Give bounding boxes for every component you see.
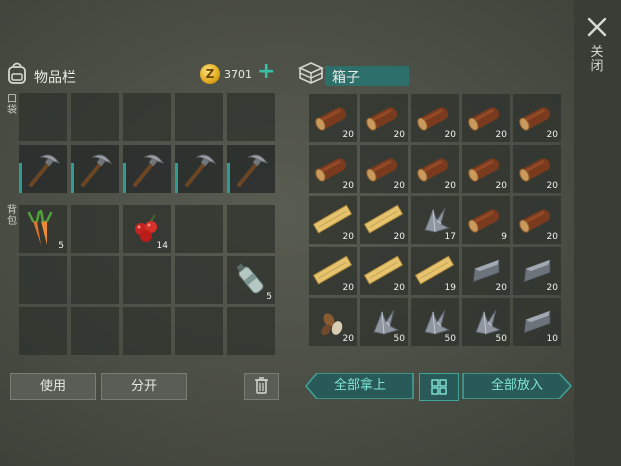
backpack-slot[interactable] bbox=[71, 307, 119, 355]
box-slot[interactable]: 50 bbox=[360, 298, 408, 346]
backpack-slot[interactable] bbox=[175, 307, 223, 355]
backpack-label: 背包 bbox=[7, 205, 17, 227]
inventory-title: 物品栏 bbox=[34, 70, 76, 86]
box-slot[interactable]: 20 bbox=[309, 298, 357, 346]
box-slot[interactable]: 20 bbox=[513, 94, 561, 142]
split-button[interactable]: 分开 bbox=[101, 373, 187, 400]
box-slot[interactable]: 20 bbox=[309, 247, 357, 295]
item-quantity: 20 bbox=[444, 130, 456, 140]
backpack-slot[interactable]: 14 bbox=[123, 205, 171, 253]
sort-grid-button[interactable] bbox=[419, 373, 459, 401]
box-slot[interactable]: 19 bbox=[411, 247, 459, 295]
item-quantity: 17 bbox=[444, 232, 456, 242]
box-slot[interactable]: 20 bbox=[360, 94, 408, 142]
pocket-slot[interactable] bbox=[19, 145, 67, 193]
pocket-slot[interactable] bbox=[227, 145, 275, 193]
backpack-slot[interactable] bbox=[175, 205, 223, 253]
backpack-slot[interactable] bbox=[123, 256, 171, 304]
take-all-button[interactable]: 全部拿上 bbox=[305, 373, 415, 399]
item-quantity: 14 bbox=[156, 241, 168, 251]
item-quantity: 20 bbox=[342, 283, 354, 293]
item-quantity: 20 bbox=[495, 130, 507, 140]
box-slot[interactable]: 20 bbox=[411, 94, 459, 142]
item-quantity: 5 bbox=[266, 292, 272, 302]
grid-icon bbox=[431, 379, 447, 395]
trash-icon bbox=[255, 377, 268, 394]
box-slot[interactable]: 20 bbox=[309, 196, 357, 244]
backpack-slot[interactable]: 5 bbox=[227, 256, 275, 304]
close-label[interactable]: 关闭 bbox=[589, 46, 605, 74]
item-quantity: 20 bbox=[393, 181, 405, 191]
box-slot[interactable]: 20 bbox=[462, 94, 510, 142]
backpack-slot[interactable] bbox=[19, 307, 67, 355]
coin-icon: Z bbox=[200, 64, 220, 84]
pocket-slot[interactable] bbox=[175, 93, 223, 141]
backpack-slot[interactable] bbox=[227, 205, 275, 253]
backpack-icon bbox=[8, 62, 26, 84]
pocket-slot[interactable] bbox=[175, 145, 223, 193]
backpack-slot[interactable] bbox=[19, 256, 67, 304]
item-quantity: 9 bbox=[501, 232, 507, 242]
box-icon bbox=[298, 62, 324, 84]
take-all-label: 全部拿上 bbox=[333, 378, 386, 393]
box-slot[interactable]: 20 bbox=[513, 196, 561, 244]
pocket-slot[interactable] bbox=[123, 145, 171, 193]
box-slot[interactable]: 50 bbox=[462, 298, 510, 346]
backpack-slot[interactable]: 5 bbox=[19, 205, 67, 253]
box-slot[interactable]: 20 bbox=[462, 145, 510, 193]
put-all-label: 全部放入 bbox=[490, 378, 543, 393]
box-slot[interactable]: 20 bbox=[411, 145, 459, 193]
item-quantity: 50 bbox=[444, 334, 456, 344]
item-quantity: 20 bbox=[495, 283, 507, 293]
box-slot[interactable]: 10 bbox=[513, 298, 561, 346]
box-title: 箱子 bbox=[332, 70, 360, 86]
pocket-label: 口袋 bbox=[7, 94, 17, 116]
backpack-slot[interactable] bbox=[175, 256, 223, 304]
pocket-slot[interactable] bbox=[123, 93, 171, 141]
item-quantity: 50 bbox=[393, 334, 405, 344]
item-quantity: 20 bbox=[342, 232, 354, 242]
pocket-slot[interactable] bbox=[71, 93, 119, 141]
box-slot[interactable]: 20 bbox=[360, 247, 408, 295]
box-slot[interactable]: 17 bbox=[411, 196, 459, 244]
put-all-button[interactable]: 全部放入 bbox=[462, 373, 572, 399]
box-slot[interactable]: 20 bbox=[309, 145, 357, 193]
coin-count: 3701 bbox=[224, 68, 252, 81]
backpack-slot[interactable] bbox=[71, 205, 119, 253]
box-slot[interactable]: 9 bbox=[462, 196, 510, 244]
box-slot[interactable]: 50 bbox=[411, 298, 459, 346]
item-quantity: 20 bbox=[546, 130, 558, 140]
item-quantity: 19 bbox=[444, 283, 456, 293]
item-quantity: 20 bbox=[393, 283, 405, 293]
item-quantity: 20 bbox=[393, 232, 405, 242]
pocket-slot[interactable] bbox=[227, 93, 275, 141]
item-quantity: 10 bbox=[546, 334, 558, 344]
box-slot[interactable]: 20 bbox=[513, 247, 561, 295]
backpack-slot[interactable] bbox=[227, 307, 275, 355]
box-slot[interactable]: 20 bbox=[360, 145, 408, 193]
trash-button[interactable] bbox=[244, 373, 279, 400]
item-quantity: 20 bbox=[546, 283, 558, 293]
box-slot[interactable]: 20 bbox=[360, 196, 408, 244]
box-slot[interactable]: 20 bbox=[462, 247, 510, 295]
item-quantity: 20 bbox=[546, 232, 558, 242]
item-quantity: 20 bbox=[342, 130, 354, 140]
use-button[interactable]: 使用 bbox=[10, 373, 96, 400]
backpack-slot[interactable] bbox=[71, 256, 119, 304]
item-quantity: 20 bbox=[444, 181, 456, 191]
close-icon[interactable] bbox=[586, 16, 608, 38]
backpack-slot[interactable] bbox=[123, 307, 171, 355]
item-quantity: 20 bbox=[495, 181, 507, 191]
item-quantity: 20 bbox=[393, 130, 405, 140]
item-quantity: 20 bbox=[546, 181, 558, 191]
item-quantity: 5 bbox=[58, 241, 64, 251]
item-quantity: 20 bbox=[342, 181, 354, 191]
pocket-slot[interactable] bbox=[19, 93, 67, 141]
box-slot[interactable]: 20 bbox=[513, 145, 561, 193]
add-coins-button[interactable]: + bbox=[257, 61, 275, 83]
item-quantity: 50 bbox=[495, 334, 507, 344]
item-quantity: 20 bbox=[342, 334, 354, 344]
pocket-slot[interactable] bbox=[71, 145, 119, 193]
box-slot[interactable]: 20 bbox=[309, 94, 357, 142]
